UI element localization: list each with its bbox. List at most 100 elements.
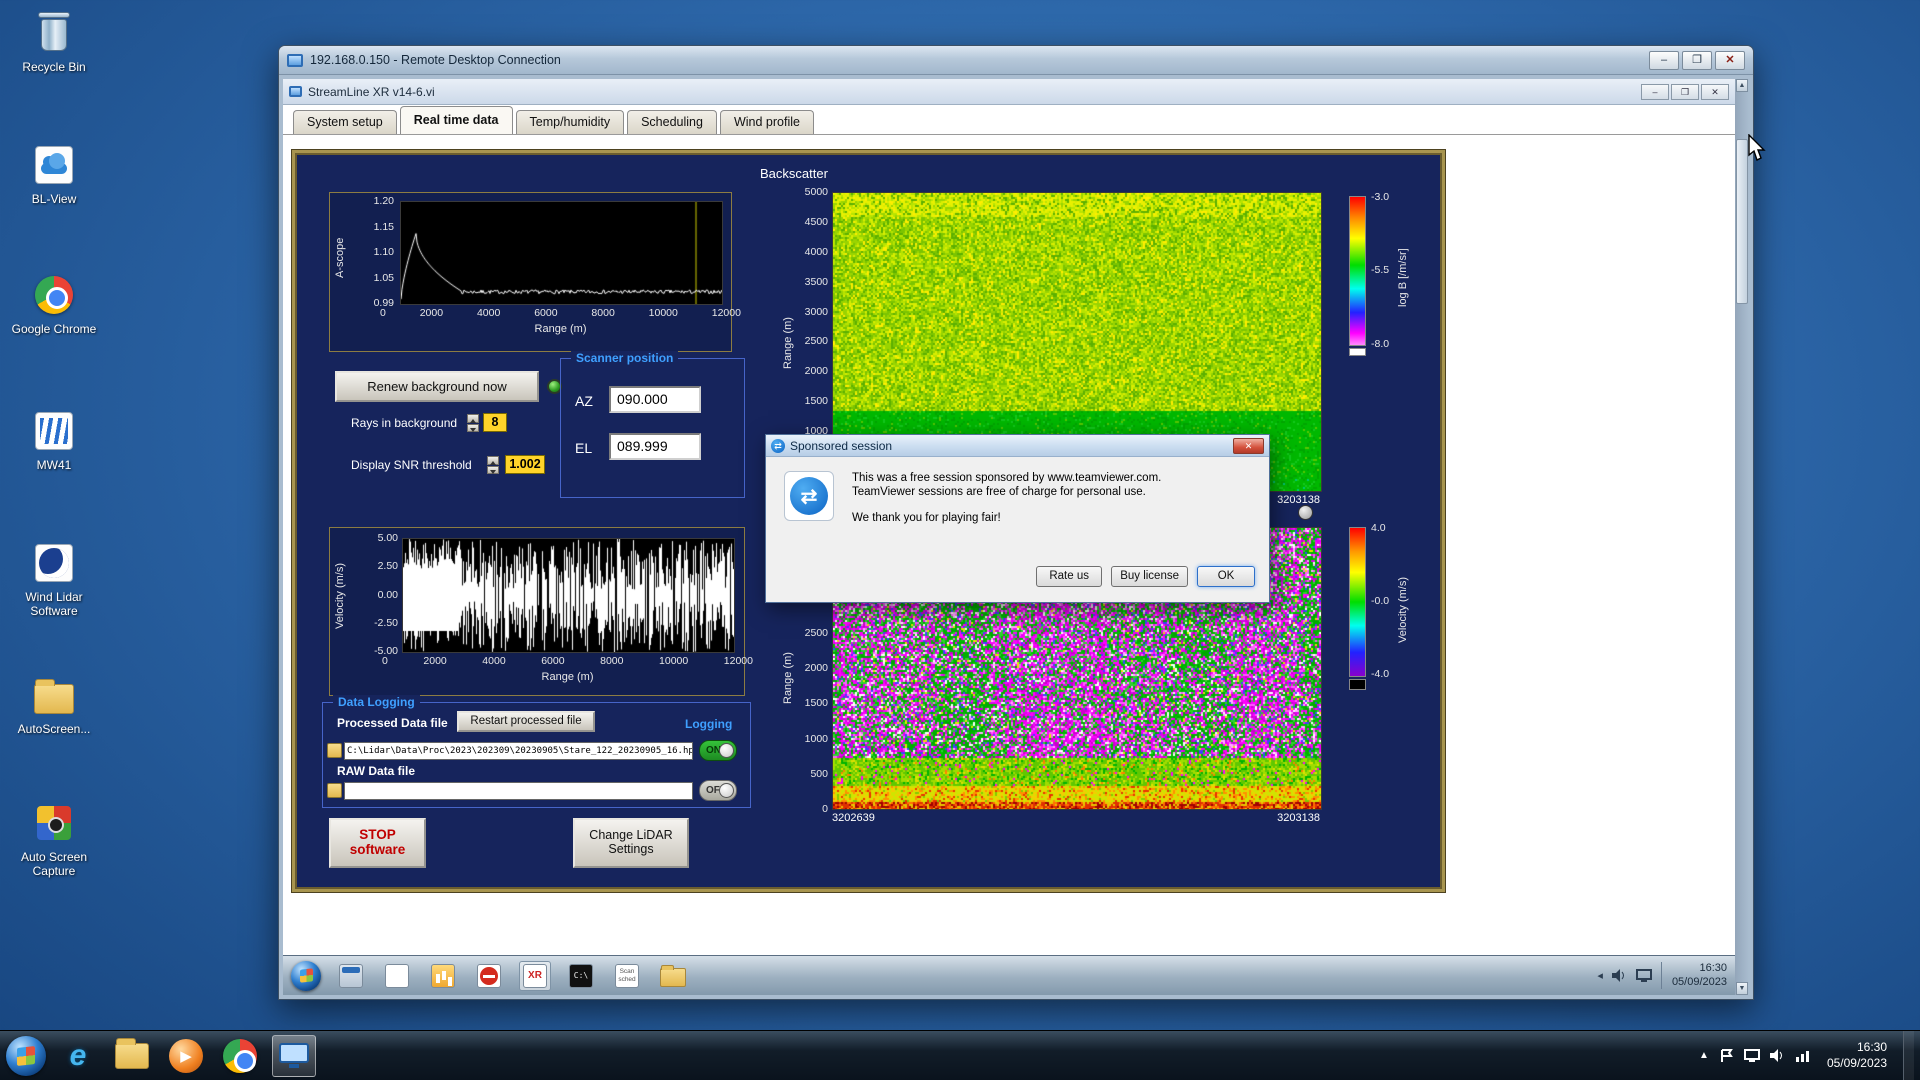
- desktop-icon-bl-view[interactable]: BL-View: [8, 142, 100, 206]
- show-desktop-button[interactable]: [1903, 1030, 1914, 1080]
- rdp-titlebar[interactable]: 192.168.0.150 - Remote Desktop Connectio…: [279, 46, 1753, 75]
- snr-value-field[interactable]: 1.002: [505, 455, 545, 474]
- remote-start-button[interactable]: [291, 960, 321, 991]
- scrollbar-thumb[interactable]: [1736, 139, 1748, 304]
- desktop-icon-wind-lidar[interactable]: Wind Lidar Software: [8, 540, 100, 618]
- velocity-y-ticks: 5.00 2.50 0.00 -2.50 -5.00: [354, 532, 398, 657]
- data-logging-box: Data Logging Processed Data file Restart…: [322, 695, 751, 808]
- scroll-down-arrow[interactable]: ▼: [1736, 982, 1748, 995]
- raw-logging-toggle[interactable]: OFF: [699, 780, 737, 801]
- desktop-icon-recycle-bin[interactable]: Recycle Bin: [8, 10, 100, 74]
- speaker-icon[interactable]: [1611, 969, 1627, 982]
- scale-knob[interactable]: [1298, 505, 1313, 520]
- minimize-button[interactable]: –: [1649, 50, 1679, 70]
- colorbar-tick: -5.5: [1371, 264, 1390, 276]
- taskbar-media-player-icon[interactable]: ▶: [164, 1035, 208, 1077]
- velocity-plot: [402, 538, 735, 653]
- taskbar-console-icon[interactable]: C:\: [565, 961, 597, 991]
- browse-folder-icon[interactable]: [327, 743, 342, 758]
- tick-label: 0: [822, 803, 828, 815]
- tick-label: 4500: [804, 215, 828, 228]
- colorbar-tick: 4.0: [1371, 522, 1386, 534]
- tick-label: -2.50: [374, 616, 398, 629]
- velocity-x-axis-label: Range (m): [541, 671, 594, 683]
- taskbar-power-off-icon[interactable]: [473, 961, 505, 991]
- tick-label: 0.00: [377, 588, 398, 601]
- taskbar-chart-app-icon[interactable]: [427, 961, 459, 991]
- rays-value-field[interactable]: 8: [483, 413, 507, 432]
- backscatter-colorbar-label: log B [/m/sr]: [1397, 248, 1409, 308]
- dialog-titlebar[interactable]: ⇄ Sponsored session ✕: [766, 435, 1269, 457]
- tray-collapse-icon[interactable]: ◂: [1597, 969, 1603, 982]
- rdp-title: 192.168.0.150 - Remote Desktop Connectio…: [310, 53, 561, 67]
- change-line2: Settings: [608, 842, 654, 856]
- snr-spinner[interactable]: [487, 456, 499, 474]
- buy-license-button[interactable]: Buy license: [1111, 566, 1188, 587]
- tray-expand-icon[interactable]: ▲: [1699, 1050, 1709, 1061]
- maximize-button[interactable]: ❐: [1682, 50, 1712, 70]
- tray-display-icon[interactable]: [1743, 1048, 1760, 1063]
- remote-clock[interactable]: 16:30 05/09/2023: [1660, 961, 1727, 990]
- tick-label: 1000: [804, 732, 828, 745]
- tray-flag-icon[interactable]: [1719, 1048, 1734, 1063]
- renew-background-button[interactable]: Renew background now: [335, 371, 539, 402]
- tab-wind-profile[interactable]: Wind profile: [719, 110, 814, 134]
- tab-system-setup[interactable]: System setup: [293, 110, 397, 134]
- taskbar-folder-icon[interactable]: [657, 961, 689, 991]
- app-titlebar[interactable]: StreamLine XR v14-6.vi – ❐ ✕: [283, 79, 1735, 105]
- el-value-field[interactable]: 089.999: [609, 433, 701, 460]
- tick-label: 8000: [591, 307, 615, 319]
- dialog-close-button[interactable]: ✕: [1233, 437, 1264, 454]
- tab-temp-humidity[interactable]: Temp/humidity: [515, 110, 625, 134]
- taskbar-window-app-icon[interactable]: [335, 961, 367, 991]
- app-restore-button[interactable]: ❐: [1671, 83, 1699, 100]
- tray-network-icon[interactable]: [1795, 1049, 1811, 1062]
- rate-us-button[interactable]: Rate us: [1036, 566, 1103, 587]
- taskbar-grid-app-icon[interactable]: [381, 961, 413, 991]
- scroll-up-arrow[interactable]: ▲: [1736, 79, 1748, 92]
- processed-data-file-label: Processed Data file: [337, 716, 448, 730]
- processed-logging-toggle[interactable]: ON: [699, 740, 737, 761]
- tick-label: 5000: [804, 186, 828, 198]
- ok-button[interactable]: OK: [1197, 566, 1255, 587]
- remote-desktop-icon: [279, 1042, 309, 1068]
- az-label: AZ: [575, 393, 593, 409]
- desktop-icon-google-chrome[interactable]: Google Chrome: [8, 272, 100, 336]
- velocity-hm-x-right: 3203138: [1277, 812, 1320, 824]
- tick-label: 1.05: [373, 271, 394, 284]
- app-minimize-button[interactable]: –: [1641, 83, 1669, 100]
- start-button[interactable]: [6, 1035, 46, 1076]
- mw41-icon: [31, 408, 77, 454]
- browse-folder-icon[interactable]: [327, 783, 342, 798]
- tray-volume-icon[interactable]: [1769, 1049, 1785, 1062]
- rays-spinner[interactable]: [467, 414, 479, 432]
- taskbar-rdp-icon[interactable]: [272, 1034, 316, 1077]
- taskbar-streamline-xr-icon[interactable]: XR: [519, 960, 551, 991]
- host-clock[interactable]: 16:30 05/09/2023: [1821, 1040, 1893, 1071]
- processed-path-field[interactable]: C:\Lidar\Data\Proc\2023\202309\20230905\…: [344, 742, 693, 760]
- tick-label: 2000: [419, 307, 444, 319]
- restart-processed-file-button[interactable]: Restart processed file: [457, 711, 595, 732]
- close-button[interactable]: ✕: [1715, 50, 1745, 70]
- tick-label: 12000: [711, 307, 741, 319]
- taskbar-chrome-icon[interactable]: [218, 1035, 262, 1077]
- stop-software-button[interactable]: STOP software: [329, 818, 426, 868]
- host-time: 16:30: [1856, 1039, 1887, 1054]
- raw-path-field[interactable]: [344, 782, 693, 800]
- rdp-scrollbar[interactable]: ▲ ▼: [1735, 79, 1749, 995]
- tab-scheduling[interactable]: Scheduling: [627, 110, 717, 134]
- display-icon[interactable]: [1635, 969, 1652, 982]
- desktop-icon-mw41[interactable]: MW41: [8, 408, 100, 472]
- az-value-field[interactable]: 090.000: [609, 386, 701, 413]
- app-close-button[interactable]: ✕: [1701, 83, 1729, 100]
- desktop-icon-label: Recycle Bin: [22, 60, 86, 74]
- desktop-icon-auto-screen-capture[interactable]: Auto Screen Capture: [8, 800, 100, 878]
- desktop-icon-autoscreen[interactable]: AutoScreen...: [8, 672, 100, 736]
- colorbar-tick: -8.0: [1371, 338, 1390, 350]
- taskbar-explorer-icon[interactable]: [110, 1035, 154, 1077]
- tab-real-time-data[interactable]: Real time data: [399, 106, 513, 134]
- app-icon: [289, 86, 302, 97]
- taskbar-scan-scheduler-icon[interactable]: Scan sched: [611, 961, 643, 991]
- taskbar-ie-icon[interactable]: e: [56, 1035, 100, 1077]
- change-lidar-settings-button[interactable]: Change LiDAR Settings: [573, 818, 689, 868]
